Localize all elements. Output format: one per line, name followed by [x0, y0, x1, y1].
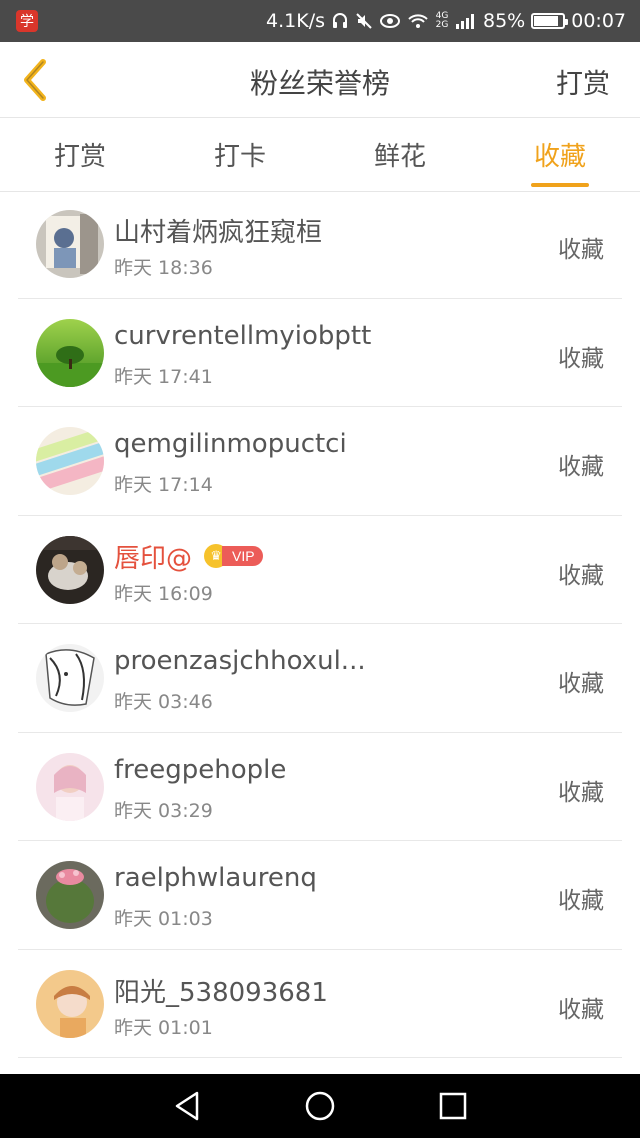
- avatar[interactable]: [36, 752, 104, 821]
- list-item[interactable]: proenzasjchhoxul... 昨天 03:46 收藏: [18, 624, 622, 733]
- user-name: proenzasjchhoxul...: [114, 646, 366, 676]
- action-label: 收藏: [558, 779, 604, 806]
- fan-list: 山村着炳疯狂窥桓 昨天 18:36 收藏 curvrentellmyiobptt…: [18, 190, 622, 1058]
- list-item[interactable]: curvrentellmyiobptt 昨天 17:41 收藏: [18, 299, 622, 407]
- network-type: 4G 2G: [435, 11, 449, 30]
- user-name: 阳光_538093681: [114, 977, 328, 1008]
- action-label: 收藏: [558, 996, 604, 1023]
- list-item[interactable]: qemgilinmopuctci 昨天 17:14 收藏: [18, 407, 622, 516]
- timestamp: 昨天 01:01: [114, 1016, 213, 1039]
- avatar[interactable]: [36, 535, 104, 604]
- timestamp: 昨天 01:03: [114, 908, 213, 930]
- tab-reward[interactable]: 打赏: [0, 118, 160, 191]
- square-recent-icon: [440, 1092, 467, 1120]
- avatar[interactable]: [36, 210, 104, 278]
- avatar[interactable]: [36, 318, 104, 387]
- page-title: 粉丝荣誉榜: [249, 67, 390, 100]
- list-item[interactable]: 山村着炳疯狂窥桓 昨天 18:36 收藏: [18, 190, 622, 299]
- vip-badge: ♛ VIP: [204, 544, 263, 568]
- mute-icon: [356, 13, 372, 29]
- list-item[interactable]: 阳光_538093681 昨天 01:01 收藏: [18, 950, 622, 1058]
- user-name: 山村着炳疯狂窥桓: [114, 218, 323, 248]
- timestamp: 昨天 16:09: [114, 582, 213, 605]
- action-label: 收藏: [558, 237, 604, 263]
- navigation-bar: [0, 1074, 640, 1138]
- clock: 00:07: [571, 10, 626, 32]
- tab-bar: 打赏 打卡 鲜花 收藏: [0, 118, 640, 192]
- nav-back-button[interactable]: [163, 1082, 211, 1130]
- nav-home-button[interactable]: [296, 1082, 344, 1130]
- battery-icon: [531, 13, 569, 29]
- tab-favorites[interactable]: 收藏: [480, 118, 640, 191]
- reward-button[interactable]: 打赏: [556, 62, 610, 101]
- action-label: 收藏: [558, 345, 604, 372]
- battery-percent: 85%: [483, 10, 526, 32]
- list-item[interactable]: raelphwlaurenq 昨天 01:03 收藏: [18, 841, 622, 950]
- user-name-text: 唇印@: [114, 543, 193, 574]
- avatar[interactable]: [36, 427, 104, 495]
- tab-flowers[interactable]: 鲜花: [320, 118, 480, 191]
- user-name: 唇印@ ♛ VIP: [114, 538, 263, 575]
- circle-home-icon: [305, 1091, 335, 1121]
- user-name: curvrentellmyiobptt: [114, 320, 372, 351]
- status-bar: 学 4.1K/s 4G 2G 85% 00:07: [0, 0, 640, 42]
- user-name: freegpehople: [114, 754, 287, 785]
- list-item[interactable]: freegpehople 昨天 03:29 收藏: [18, 733, 622, 841]
- avatar[interactable]: [36, 969, 104, 1038]
- timestamp: 昨天 18:36: [114, 257, 213, 279]
- timestamp: 昨天 03:29: [114, 799, 213, 822]
- avatar[interactable]: [36, 644, 104, 712]
- action-label: 收藏: [558, 562, 604, 589]
- app-badge-icon: 学: [16, 10, 38, 32]
- nav-recent-button[interactable]: [429, 1082, 477, 1130]
- timestamp: 昨天 03:46: [114, 691, 213, 713]
- wifi-icon: [408, 14, 428, 28]
- timestamp: 昨天 17:41: [114, 365, 213, 388]
- vip-label: VIP: [222, 546, 263, 566]
- user-name: raelphwlaurenq: [114, 863, 317, 893]
- timestamp: 昨天 17:14: [114, 474, 213, 496]
- header: 粉丝荣誉榜 打赏: [0, 42, 640, 118]
- action-label: 收藏: [558, 454, 604, 480]
- tab-checkin[interactable]: 打卡: [160, 118, 320, 191]
- net-speed: 4.1K/s: [266, 10, 325, 32]
- list-item[interactable]: 唇印@ ♛ VIP 昨天 16:09 收藏: [18, 516, 622, 624]
- action-label: 收藏: [558, 671, 604, 697]
- status-icons: 4.1K/s 4G 2G 85% 00:07: [266, 10, 626, 32]
- user-name: qemgilinmopuctci: [114, 429, 347, 459]
- triangle-back-icon: [175, 1091, 198, 1121]
- headphones-icon: [333, 13, 347, 28]
- avatar[interactable]: [36, 861, 104, 929]
- action-label: 收藏: [558, 888, 604, 914]
- signal-icon: [456, 14, 474, 29]
- eye-icon: [380, 14, 400, 28]
